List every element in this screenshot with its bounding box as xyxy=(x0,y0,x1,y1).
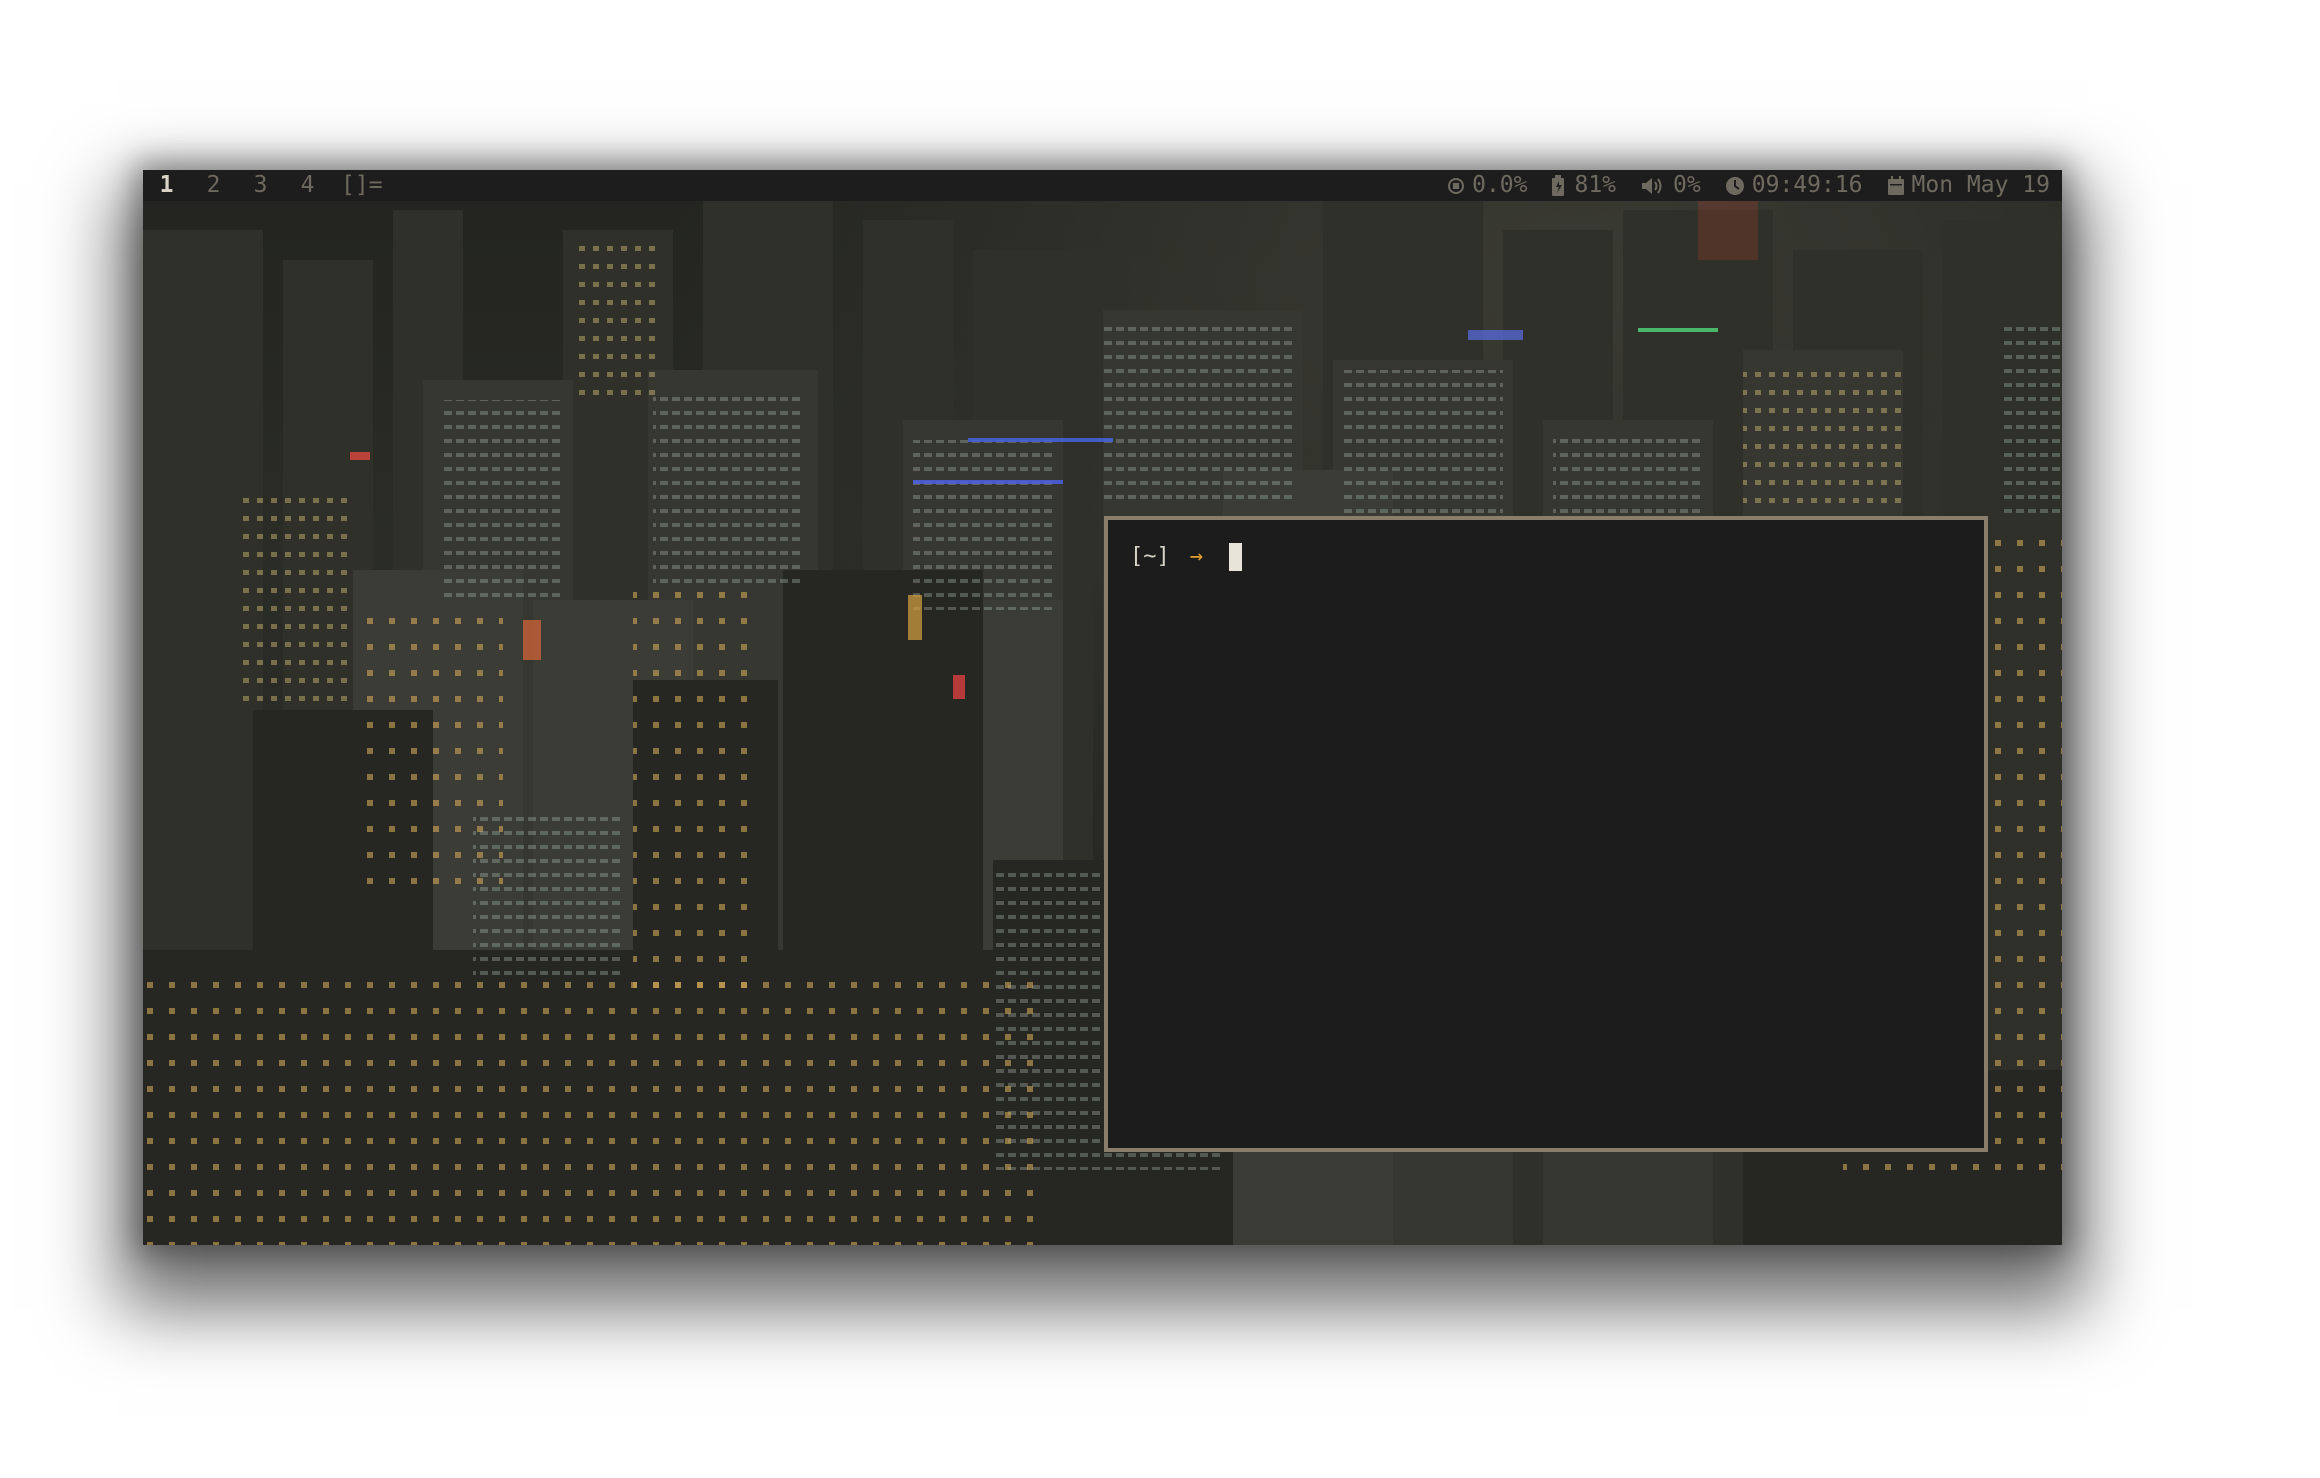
volume-status: 0% xyxy=(1640,170,1701,201)
clock-value: 09:49:16 xyxy=(1751,172,1863,198)
prompt-line: [~] → xyxy=(1130,542,1242,572)
workspace-tag-3[interactable]: 3 xyxy=(237,170,284,201)
volume-value: 0% xyxy=(1673,172,1701,198)
calendar-icon xyxy=(1887,175,1905,196)
text-cursor[interactable] xyxy=(1229,543,1242,571)
cpu-status: 0.0% xyxy=(1447,170,1527,201)
top-bar: 1 2 3 4 []= 0.0% 81% 0% 09:49:16 Mon May… xyxy=(143,170,2062,201)
clock-status: 09:49:16 xyxy=(1725,170,1863,201)
workspace-tag-4[interactable]: 4 xyxy=(284,170,331,201)
prompt-arrow: → xyxy=(1189,544,1203,569)
date-value: Mon May 19 xyxy=(1911,172,2050,198)
workspace-tag-1[interactable]: 1 xyxy=(143,170,190,201)
terminal-window[interactable]: [~] → xyxy=(1104,516,1988,1152)
clock-icon xyxy=(1725,176,1745,196)
desktop-screen: 1 2 3 4 []= 0.0% 81% 0% 09:49:16 Mon May… xyxy=(143,170,2062,1245)
battery-value: 81% xyxy=(1574,172,1617,198)
prompt-directory: [~] xyxy=(1130,544,1170,569)
status-area: 0.0% 81% 0% 09:49:16 Mon May 19 xyxy=(1423,170,2050,201)
battery-charging-icon xyxy=(1551,174,1567,197)
page: 1 2 3 4 []= 0.0% 81% 0% 09:49:16 Mon May… xyxy=(0,0,2320,1478)
cpu-icon xyxy=(1447,177,1465,195)
volume-icon xyxy=(1640,176,1666,196)
layout-indicator[interactable]: []= xyxy=(341,170,383,201)
cpu-value: 0.0% xyxy=(1472,172,1528,198)
battery-status: 81% xyxy=(1551,170,1616,201)
date-status: Mon May 19 xyxy=(1887,170,2050,201)
workspace-tag-2[interactable]: 2 xyxy=(190,170,237,201)
